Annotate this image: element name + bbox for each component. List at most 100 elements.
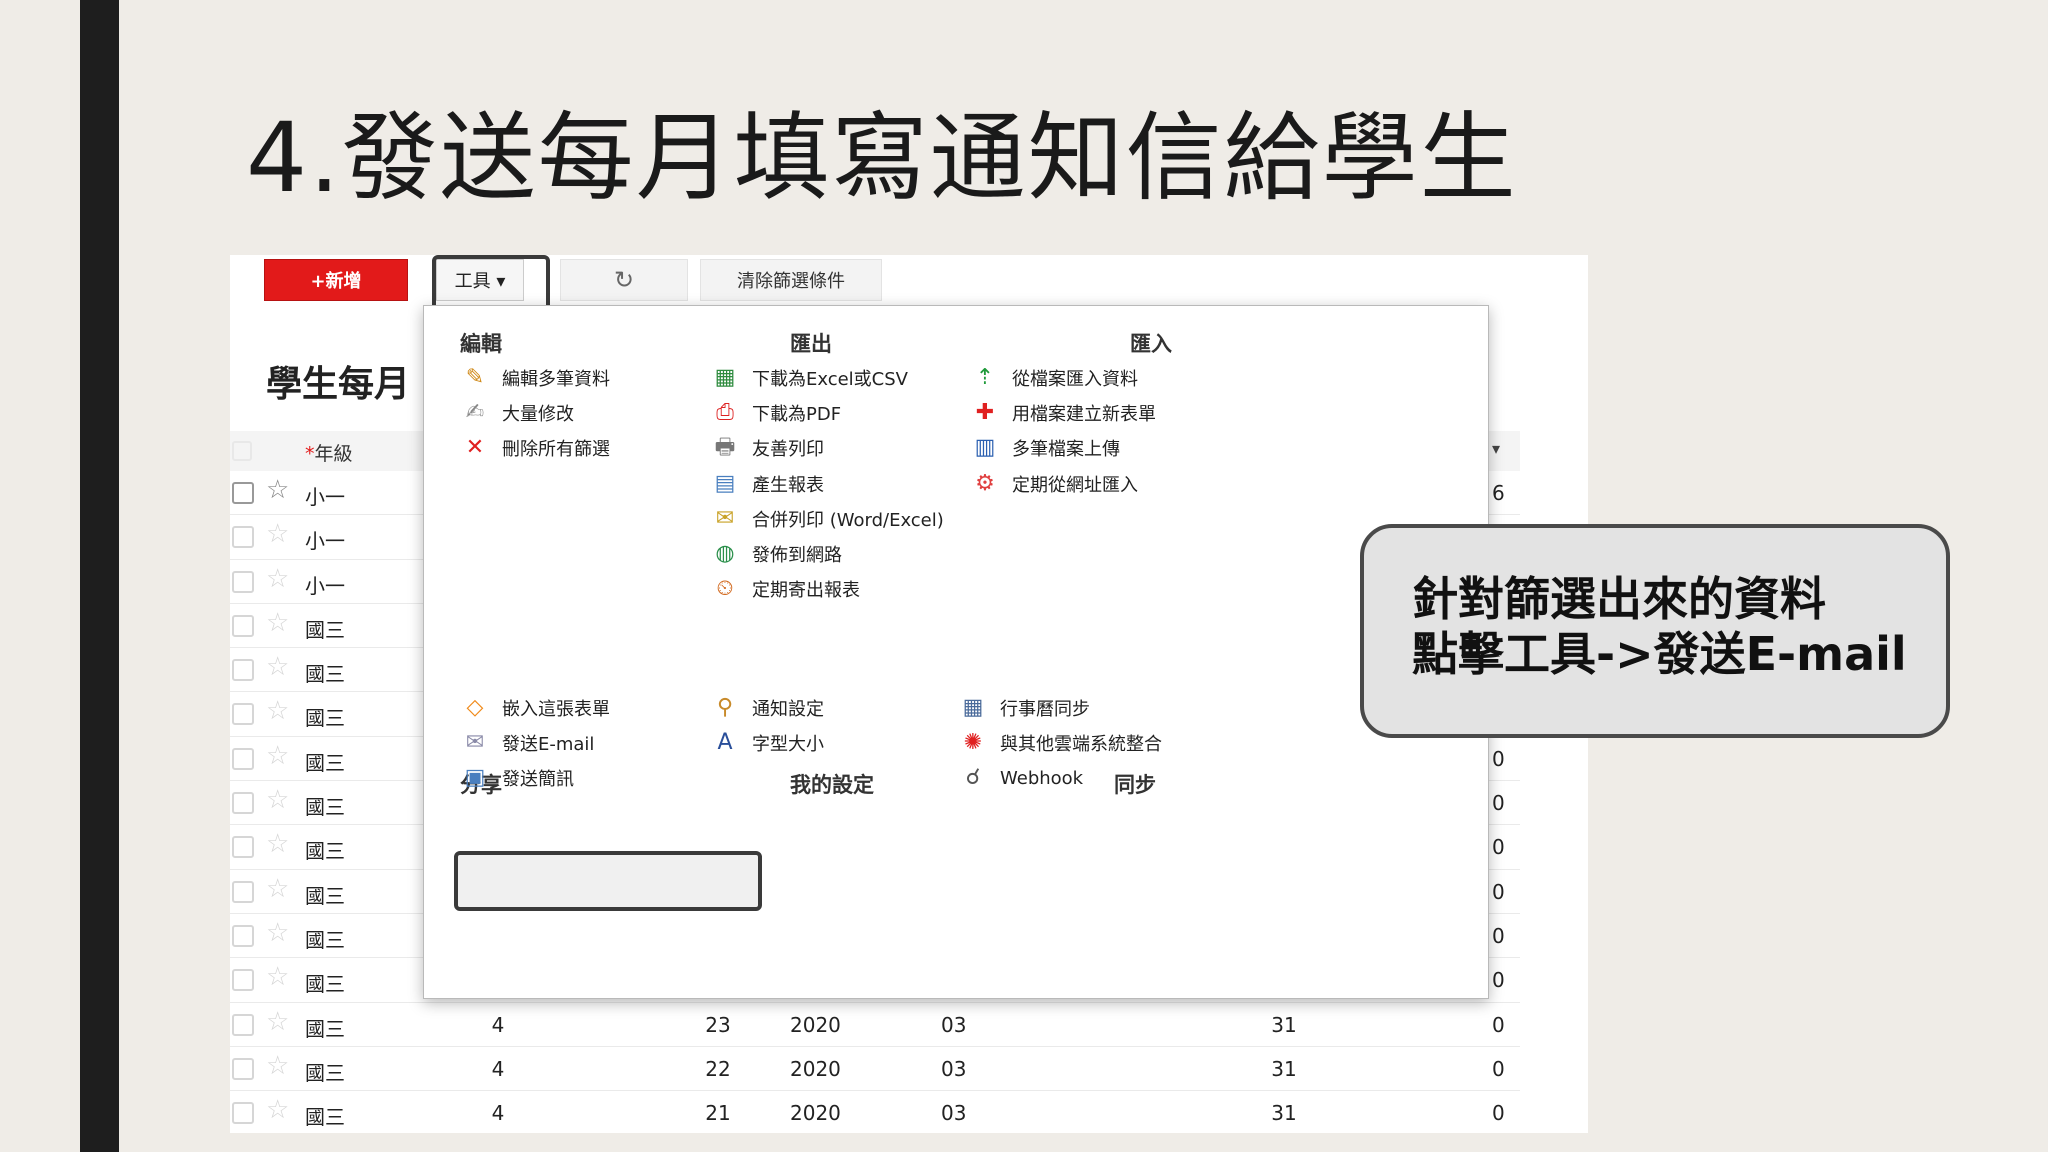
row-checkbox[interactable] bbox=[232, 659, 254, 682]
table-row[interactable]: ☆ 國三 4 23 2020 03 31 0 bbox=[230, 1003, 1520, 1047]
menu-section-import: 匯入 bbox=[1130, 332, 1172, 356]
star-icon[interactable]: ☆ bbox=[266, 654, 289, 680]
menu-item-pencil[interactable]: ✎ 編輯多筆資料 bbox=[460, 361, 610, 395]
cell-grade: 小一 bbox=[305, 573, 345, 598]
row-checkbox[interactable] bbox=[232, 969, 254, 992]
column-dropdown-icon[interactable]: ▾ bbox=[1492, 439, 1500, 458]
row-checkbox[interactable] bbox=[232, 880, 254, 903]
column-header-grade[interactable]: *年級 bbox=[305, 439, 353, 466]
menu-item-schedule-report[interactable]: ⏲ 定期寄出報表 bbox=[710, 572, 860, 606]
file-import-icon: ⇡ bbox=[975, 365, 995, 390]
star-icon[interactable]: ☆ bbox=[266, 787, 289, 813]
row-checkbox[interactable] bbox=[232, 836, 254, 859]
menu-item-pdf[interactable]: ⎙ 下載為PDF bbox=[710, 396, 841, 430]
menu-section-settings: 我的設定 bbox=[790, 773, 874, 797]
row-checkbox[interactable] bbox=[232, 1057, 254, 1080]
row-checkbox[interactable] bbox=[232, 924, 254, 947]
new-sheet-icon: ✚ bbox=[975, 400, 995, 426]
row-checkbox[interactable] bbox=[232, 526, 254, 549]
cell-b: 23 bbox=[705, 1012, 731, 1037]
row-checkbox[interactable] bbox=[232, 1013, 254, 1036]
row-checkbox[interactable] bbox=[232, 1102, 254, 1125]
star-icon[interactable]: ☆ bbox=[266, 743, 289, 769]
menu-item-label: 下載為PDF bbox=[752, 404, 842, 426]
refresh-icon: ↻ bbox=[613, 266, 635, 294]
star-icon[interactable]: ☆ bbox=[266, 566, 289, 592]
row-checkbox[interactable] bbox=[232, 570, 254, 593]
star-icon[interactable]: ☆ bbox=[266, 1009, 289, 1035]
menu-item-label: 從檔案匯入資料 bbox=[1012, 369, 1138, 390]
menu-item-delete[interactable]: ✕ 刪除所有篩選 bbox=[460, 431, 610, 465]
row-checkbox[interactable] bbox=[232, 747, 254, 770]
cell-f: 0 bbox=[1492, 968, 1505, 993]
menu-item-calendar[interactable]: ▦ 行事曆同步 bbox=[958, 691, 1090, 725]
menu-item-font-size[interactable]: A 字型大小 bbox=[710, 726, 824, 760]
cell-f: 0 bbox=[1492, 791, 1505, 816]
menu-item-cloud-integration[interactable]: ✺ 與其他雲端系統整合 bbox=[958, 726, 1162, 760]
menu-item-label: 友善列印 bbox=[752, 439, 824, 461]
menu-item-glasses[interactable]: ⚲ 通知設定 bbox=[710, 691, 824, 725]
star-icon[interactable]: ☆ bbox=[266, 876, 289, 902]
menu-item-sms[interactable]: ▣ 發送簡訊 bbox=[460, 761, 574, 795]
menu-item-new-sheet[interactable]: ✚ 用檔案建立新表單 bbox=[970, 396, 1156, 430]
menu-item-label: 刪除所有篩選 bbox=[502, 439, 610, 461]
row-checkbox[interactable] bbox=[232, 792, 254, 815]
cell-a: 4 bbox=[491, 1056, 505, 1081]
menu-section-export: 匯出 bbox=[790, 332, 832, 356]
menu-item-multi-upload[interactable]: ▥ 多筆檔案上傳 bbox=[970, 431, 1120, 465]
instruction-callout: 針對篩選出來的資料 點擊工具->發送E-mail bbox=[1360, 524, 1950, 738]
refresh-button[interactable]: ↻ bbox=[560, 259, 688, 301]
star-icon[interactable]: ☆ bbox=[266, 1097, 289, 1123]
star-icon[interactable]: ☆ bbox=[266, 477, 289, 503]
menu-item-label: 產生報表 bbox=[752, 474, 824, 496]
star-icon[interactable]: ☆ bbox=[266, 1053, 289, 1079]
menu-item-file-import[interactable]: ⇡ 從檔案匯入資料 bbox=[970, 361, 1138, 395]
menu-item-merge-print[interactable]: ✉ 合併列印 (Word/Excel) bbox=[710, 502, 944, 536]
star-icon[interactable]: ☆ bbox=[266, 698, 289, 724]
menu-item-label: 發送E-mail bbox=[502, 734, 595, 756]
menu-item-url-import[interactable]: ⚙ 定期從網址匯入 bbox=[970, 467, 1138, 501]
table-row[interactable]: ☆ 國三 4 21 2020 03 31 0 bbox=[230, 1091, 1520, 1133]
menu-item-report[interactable]: ▤ 產生報表 bbox=[710, 467, 824, 501]
clear-filters-button[interactable]: 清除篩選條件 bbox=[700, 259, 882, 301]
cell-a: 4 bbox=[491, 1012, 505, 1037]
form-title: 學生每月 bbox=[266, 364, 411, 405]
cell-d: 03 bbox=[941, 1056, 967, 1081]
cell-b: 21 bbox=[705, 1101, 731, 1126]
menu-item-printer[interactable]: 🖶 友善列印 bbox=[710, 431, 824, 465]
cell-grade: 國三 bbox=[305, 617, 345, 642]
menu-item-label: 行事曆同步 bbox=[1000, 699, 1090, 720]
star-icon[interactable]: ☆ bbox=[266, 831, 289, 857]
row-checkbox[interactable] bbox=[232, 703, 254, 726]
new-button[interactable]: +新增 bbox=[264, 259, 408, 301]
cell-grade: 國三 bbox=[305, 662, 345, 687]
cell-grade: 國三 bbox=[305, 1105, 345, 1130]
pdf-icon: ⎙ bbox=[716, 400, 734, 426]
send-email-highlight-box bbox=[454, 851, 762, 911]
menu-item-label: 定期寄出報表 bbox=[752, 580, 860, 602]
url-import-icon: ⚙ bbox=[975, 470, 995, 496]
menu-item-embed[interactable]: ◇ 嵌入這張表單 bbox=[460, 691, 610, 725]
menu-item-label: 編輯多筆資料 bbox=[502, 369, 610, 390]
table-row[interactable]: ☆ 國三 4 22 2020 03 31 0 bbox=[230, 1047, 1520, 1092]
callout-line-2: 點擊工具->發送E-mail bbox=[1412, 627, 1907, 682]
row-checkbox[interactable] bbox=[232, 482, 254, 504]
menu-item-email[interactable]: ✉ 發送E-mail bbox=[460, 726, 595, 760]
menu-item-bulk-edit[interactable]: ✍ 大量修改 bbox=[460, 396, 574, 430]
star-icon[interactable]: ☆ bbox=[266, 610, 289, 636]
cell-f: 6 bbox=[1492, 481, 1505, 505]
select-all-checkbox[interactable] bbox=[232, 441, 252, 461]
menu-item-globe[interactable]: ◍ 發佈到網路 bbox=[710, 537, 842, 571]
star-icon[interactable]: ☆ bbox=[266, 920, 289, 946]
menu-item-excel[interactable]: ▦ 下載為Excel或CSV bbox=[710, 361, 908, 395]
merge-print-icon: ✉ bbox=[715, 505, 735, 531]
star-icon[interactable]: ☆ bbox=[266, 964, 289, 990]
row-checkbox[interactable] bbox=[232, 614, 254, 637]
cell-f: 0 bbox=[1492, 923, 1505, 948]
star-icon[interactable]: ☆ bbox=[266, 521, 289, 547]
cell-grade: 國三 bbox=[305, 706, 345, 731]
font-size-icon: A bbox=[717, 730, 733, 756]
printer-icon: 🖶 bbox=[714, 435, 736, 461]
multi-upload-icon: ▥ bbox=[974, 435, 996, 461]
menu-item-webhook[interactable]: ☌ Webhook bbox=[958, 761, 1084, 795]
